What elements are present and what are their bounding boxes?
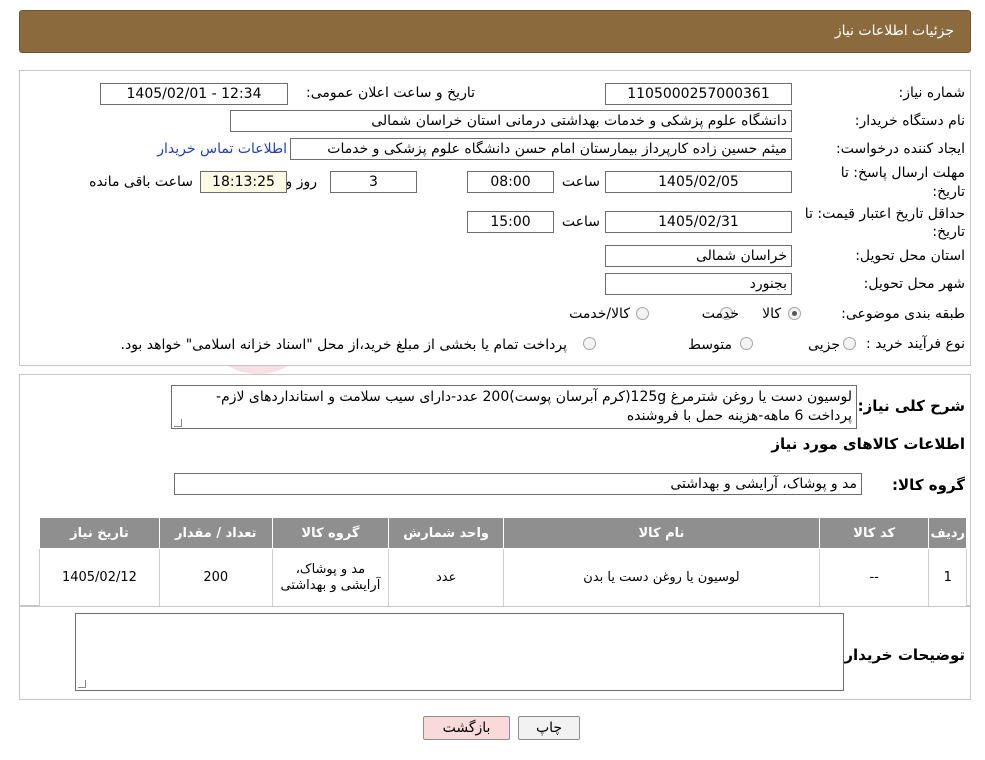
city-field: بجنورد <box>605 273 792 295</box>
requester-label: ایجاد کننده درخواست: <box>836 141 965 157</box>
need-number-field: 1105000257000361 <box>605 83 792 105</box>
print-button[interactable]: چاپ <box>518 716 580 740</box>
announce-label: تاریخ و ساعت اعلان عمومی: <box>306 85 475 101</box>
buyer-org-label: نام دستگاه خریدار: <box>854 113 965 129</box>
summary-text: لوسیون دست یا روغن شترمرغ 125g(کرم آبرسا… <box>215 389 852 424</box>
days-remaining-field: 3 <box>330 171 417 193</box>
category-goods-service-radio[interactable] <box>636 307 649 320</box>
remaining-time-field: 18:13:25 <box>200 171 287 193</box>
col-date: تاریخ نیاز <box>39 517 160 549</box>
deadline-time-label: ساعت <box>561 174 600 190</box>
col-group: گروه کالا <box>271 517 390 549</box>
category-goods-label: کالا <box>762 306 781 322</box>
deadline-label: مهلت ارسال پاسخ: تا <box>840 165 965 181</box>
goods-section-title: اطلاعات کالاهای مورد نیاز <box>771 435 965 453</box>
col-row: ردیف <box>928 517 967 549</box>
notes-label: توضیحات خریدار: <box>838 646 965 664</box>
process-medium-label: متوسط <box>688 337 732 353</box>
deadline-label-date: تاریخ: <box>932 184 965 200</box>
validity-time-label: ساعت <box>561 214 600 230</box>
deadline-time-field: 08:00 <box>467 171 554 193</box>
page-title: جزئیات اطلاعات نیاز <box>834 23 954 39</box>
need-number-label: شماره نیاز: <box>898 85 966 101</box>
notes-resize-handle[interactable] <box>78 680 86 688</box>
col-name: نام کالا <box>503 517 820 549</box>
col-code: کد کالا <box>818 517 930 549</box>
province-field: خراسان شمالی <box>605 245 792 267</box>
cell-group: مد و پوشاک، آرایشی و بهداشتی <box>271 548 390 607</box>
items-table-header: ردیف کد کالا نام کالا واحد شمارش گروه کا… <box>39 517 967 549</box>
process-minor-radio[interactable] <box>843 337 856 350</box>
payment-note: پرداخت تمام یا بخشی از مبلغ خرید،از محل … <box>120 337 567 353</box>
validity-label-date: تاریخ: <box>932 224 965 240</box>
cell-date: 1405/02/12 <box>39 548 160 607</box>
cell-row: 1 <box>928 548 967 607</box>
summary-label: شرح کلی نیاز: <box>857 397 965 415</box>
buyer-org-field: دانشگاه علوم پزشکی و خدمات بهداشتی درمان… <box>230 110 792 132</box>
back-button[interactable]: بازگشت <box>423 716 510 740</box>
goods-group-label: گروه کالا: <box>892 476 965 494</box>
deadline-date-field: 1405/02/05 <box>605 171 792 193</box>
buyer-contact-link[interactable]: اطلاعات تماس خریدار <box>157 141 287 157</box>
col-quantity: تعداد / مقدار <box>158 517 273 549</box>
city-label: شهر محل تحویل: <box>863 276 965 292</box>
cell-unit: عدد <box>388 548 505 607</box>
validity-date-field: 1405/02/31 <box>605 211 792 233</box>
category-goods-radio[interactable] <box>788 307 801 320</box>
province-label: استان محل تحویل: <box>855 248 965 264</box>
category-label: طبقه بندی موضوعی: <box>841 306 965 322</box>
items-table: ردیف کد کالا نام کالا واحد شمارش گروه کا… <box>39 517 967 607</box>
category-service-label: خدمت <box>701 306 739 322</box>
cell-code: -- <box>818 548 930 607</box>
table-row: 1 -- لوسیون یا روغن دست یا بدن عدد مد و … <box>39 548 967 607</box>
col-unit: واحد شمارش <box>388 517 505 549</box>
announce-field: 1405/02/01 - 12:34 <box>100 83 288 105</box>
category-goods-service-label: کالا/خدمت <box>569 306 630 322</box>
goods-group-field: مد و پوشاک، آرایشی و بهداشتی <box>174 473 862 495</box>
process-label: نوع فرآیند خرید : <box>866 336 965 352</box>
summary-resize-handle[interactable] <box>174 419 182 427</box>
validity-time-field: 15:00 <box>467 211 554 233</box>
process-treasury-radio[interactable] <box>583 337 596 350</box>
days-word: روز و <box>285 174 318 190</box>
remaining-time-label: ساعت باقی مانده <box>89 174 193 190</box>
validity-label: حداقل تاریخ اعتبار قیمت: تا <box>804 206 965 222</box>
cell-quantity: 200 <box>158 548 273 607</box>
cell-name: لوسیون یا روغن دست یا بدن <box>503 548 820 607</box>
process-minor-label: جزیی <box>808 337 840 353</box>
requester-field: میثم حسین زاده کارپرداز بیمارستان امام ح… <box>290 138 792 160</box>
process-medium-radio[interactable] <box>740 337 753 350</box>
summary-textarea[interactable]: لوسیون دست یا روغن شترمرغ 125g(کرم آبرسا… <box>171 385 857 429</box>
page-header: جزئیات اطلاعات نیاز <box>19 10 971 53</box>
notes-textarea[interactable] <box>75 613 844 691</box>
